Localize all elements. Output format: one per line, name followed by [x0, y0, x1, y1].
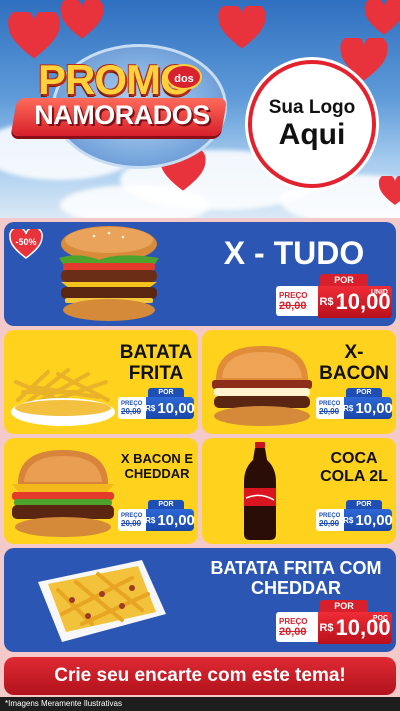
fries-cheddar-image: [38, 560, 166, 642]
logo-placeholder[interactable]: Sua Logo Aqui: [248, 60, 376, 188]
price-tag: POR PREÇO 20,00 R$ 10,00: [316, 500, 393, 534]
product-title: X - TUDO: [223, 235, 365, 271]
product-title: X-BACON: [319, 342, 389, 385]
old-price: PREÇO 20,00: [276, 286, 318, 316]
price-por-label: POR: [148, 388, 184, 397]
price-tag: POR PREÇO 20,00 R$ 10,00 POÇ: [276, 600, 392, 646]
new-price-value: 10,00: [157, 511, 195, 529]
new-price: R$ 10,00: [343, 509, 393, 531]
old-price: PREÇO 20,00: [276, 612, 318, 642]
currency-symbol: R$: [343, 403, 354, 413]
price-por-label: POR: [320, 600, 368, 612]
heart-icon: [8, 12, 60, 59]
new-price: R$ 10,00: [145, 509, 195, 531]
disclaimer-text: *Imagens Meramente Ilustrativas: [0, 697, 400, 711]
promo-header: PROMO dos NAMORADOS Sua Logo Aqui: [0, 0, 400, 218]
old-price-label: PREÇO: [279, 290, 308, 300]
old-price-value: 20,00: [319, 406, 340, 416]
price-tag: POR PREÇO 20,00 R$ 10,00: [316, 388, 393, 422]
currency-symbol: R$: [319, 622, 334, 634]
promo-dos: dos: [166, 64, 202, 90]
product-card-x-tudo[interactable]: X - TUDO POR PREÇO 20,00 R$ 10,00 UNID: [4, 222, 396, 326]
old-price-value: 20,00: [121, 518, 142, 528]
heart-icon: [364, 0, 400, 35]
new-price-value: 10,00: [157, 399, 195, 417]
new-price: R$ 10,00: [145, 397, 195, 419]
promo-namorados: NAMORADOS: [34, 100, 210, 130]
price-por-label: POR: [346, 388, 382, 397]
heart-icon: [378, 176, 400, 205]
old-price: PREÇO 20,00: [316, 509, 344, 531]
product-title: X BACON E CHEDDAR: [120, 451, 194, 481]
price-tag: POR PREÇO 20,00 R$ 10,00 UNID: [276, 274, 392, 320]
currency-symbol: R$: [319, 296, 334, 308]
product-card-batata-cheddar[interactable]: BATATA FRITA COM CHEDDAR POR PREÇO 20,00…: [4, 548, 396, 652]
price-por-label: POR: [346, 500, 382, 509]
product-card-batata-frita[interactable]: BATATA FRITA POR PREÇO 20,00 R$ 10,00: [4, 330, 198, 434]
new-price-value: 10,00: [355, 511, 393, 529]
product-title: BATATA FRITA COM CHEDDAR: [210, 558, 382, 599]
new-price: R$ 10,00 POÇ: [318, 612, 392, 644]
currency-symbol: R$: [145, 403, 156, 413]
currency-symbol: R$: [145, 515, 156, 525]
old-price-value: 20,00: [279, 625, 307, 638]
product-title: BATATA FRITA: [119, 342, 193, 385]
soda-bottle-image: [244, 442, 276, 540]
price-tag: POR PREÇO 20,00 R$ 10,00: [118, 500, 195, 534]
fries-image: [11, 368, 115, 426]
product-card-x-bacon[interactable]: X-BACON POR PREÇO 20,00 R$ 10,00: [202, 330, 396, 434]
old-price: PREÇO 20,00: [316, 397, 344, 419]
burger-image: [12, 450, 114, 537]
new-price: R$ 10,00 UNID: [318, 286, 392, 318]
old-price: PREÇO 20,00: [118, 397, 146, 419]
old-price-value: 20,00: [121, 406, 142, 416]
currency-symbol: R$: [343, 515, 354, 525]
price-por-label: POR: [320, 274, 368, 286]
price-por-label: POR: [148, 500, 184, 509]
old-price-value: 20,00: [279, 299, 307, 312]
old-price-label: PREÇO: [279, 616, 308, 626]
discount-badge: -50%: [8, 229, 44, 259]
price-tag: POR PREÇO 20,00 R$ 10,00: [118, 388, 195, 422]
burger-image: [59, 226, 159, 321]
new-price: R$ 10,00: [343, 397, 393, 419]
product-card-coca-cola[interactable]: COCA COLA 2L POR PREÇO 20,00 R$ 10,00: [202, 438, 396, 544]
unit-label: POÇ: [372, 615, 388, 622]
heart-icon: [60, 0, 104, 39]
burger-image: [212, 346, 312, 426]
logo-line1: Sua Logo: [268, 97, 356, 119]
old-price: PREÇO 20,00: [118, 509, 146, 531]
unit-label: UNID: [370, 289, 388, 296]
logo-line2: Aqui: [278, 118, 346, 152]
new-price-value: 10,00: [355, 399, 393, 417]
discount-text: -50%: [15, 237, 37, 247]
heart-icon: [218, 6, 266, 49]
product-title: COCA COLA 2L: [320, 450, 388, 485]
old-price-value: 20,00: [319, 518, 340, 528]
product-card-x-bacon-cheddar[interactable]: X BACON E CHEDDAR POR PREÇO 20,00 R$ 10,…: [4, 438, 198, 544]
cta-button[interactable]: Crie seu encarte com este tema!: [4, 657, 396, 695]
